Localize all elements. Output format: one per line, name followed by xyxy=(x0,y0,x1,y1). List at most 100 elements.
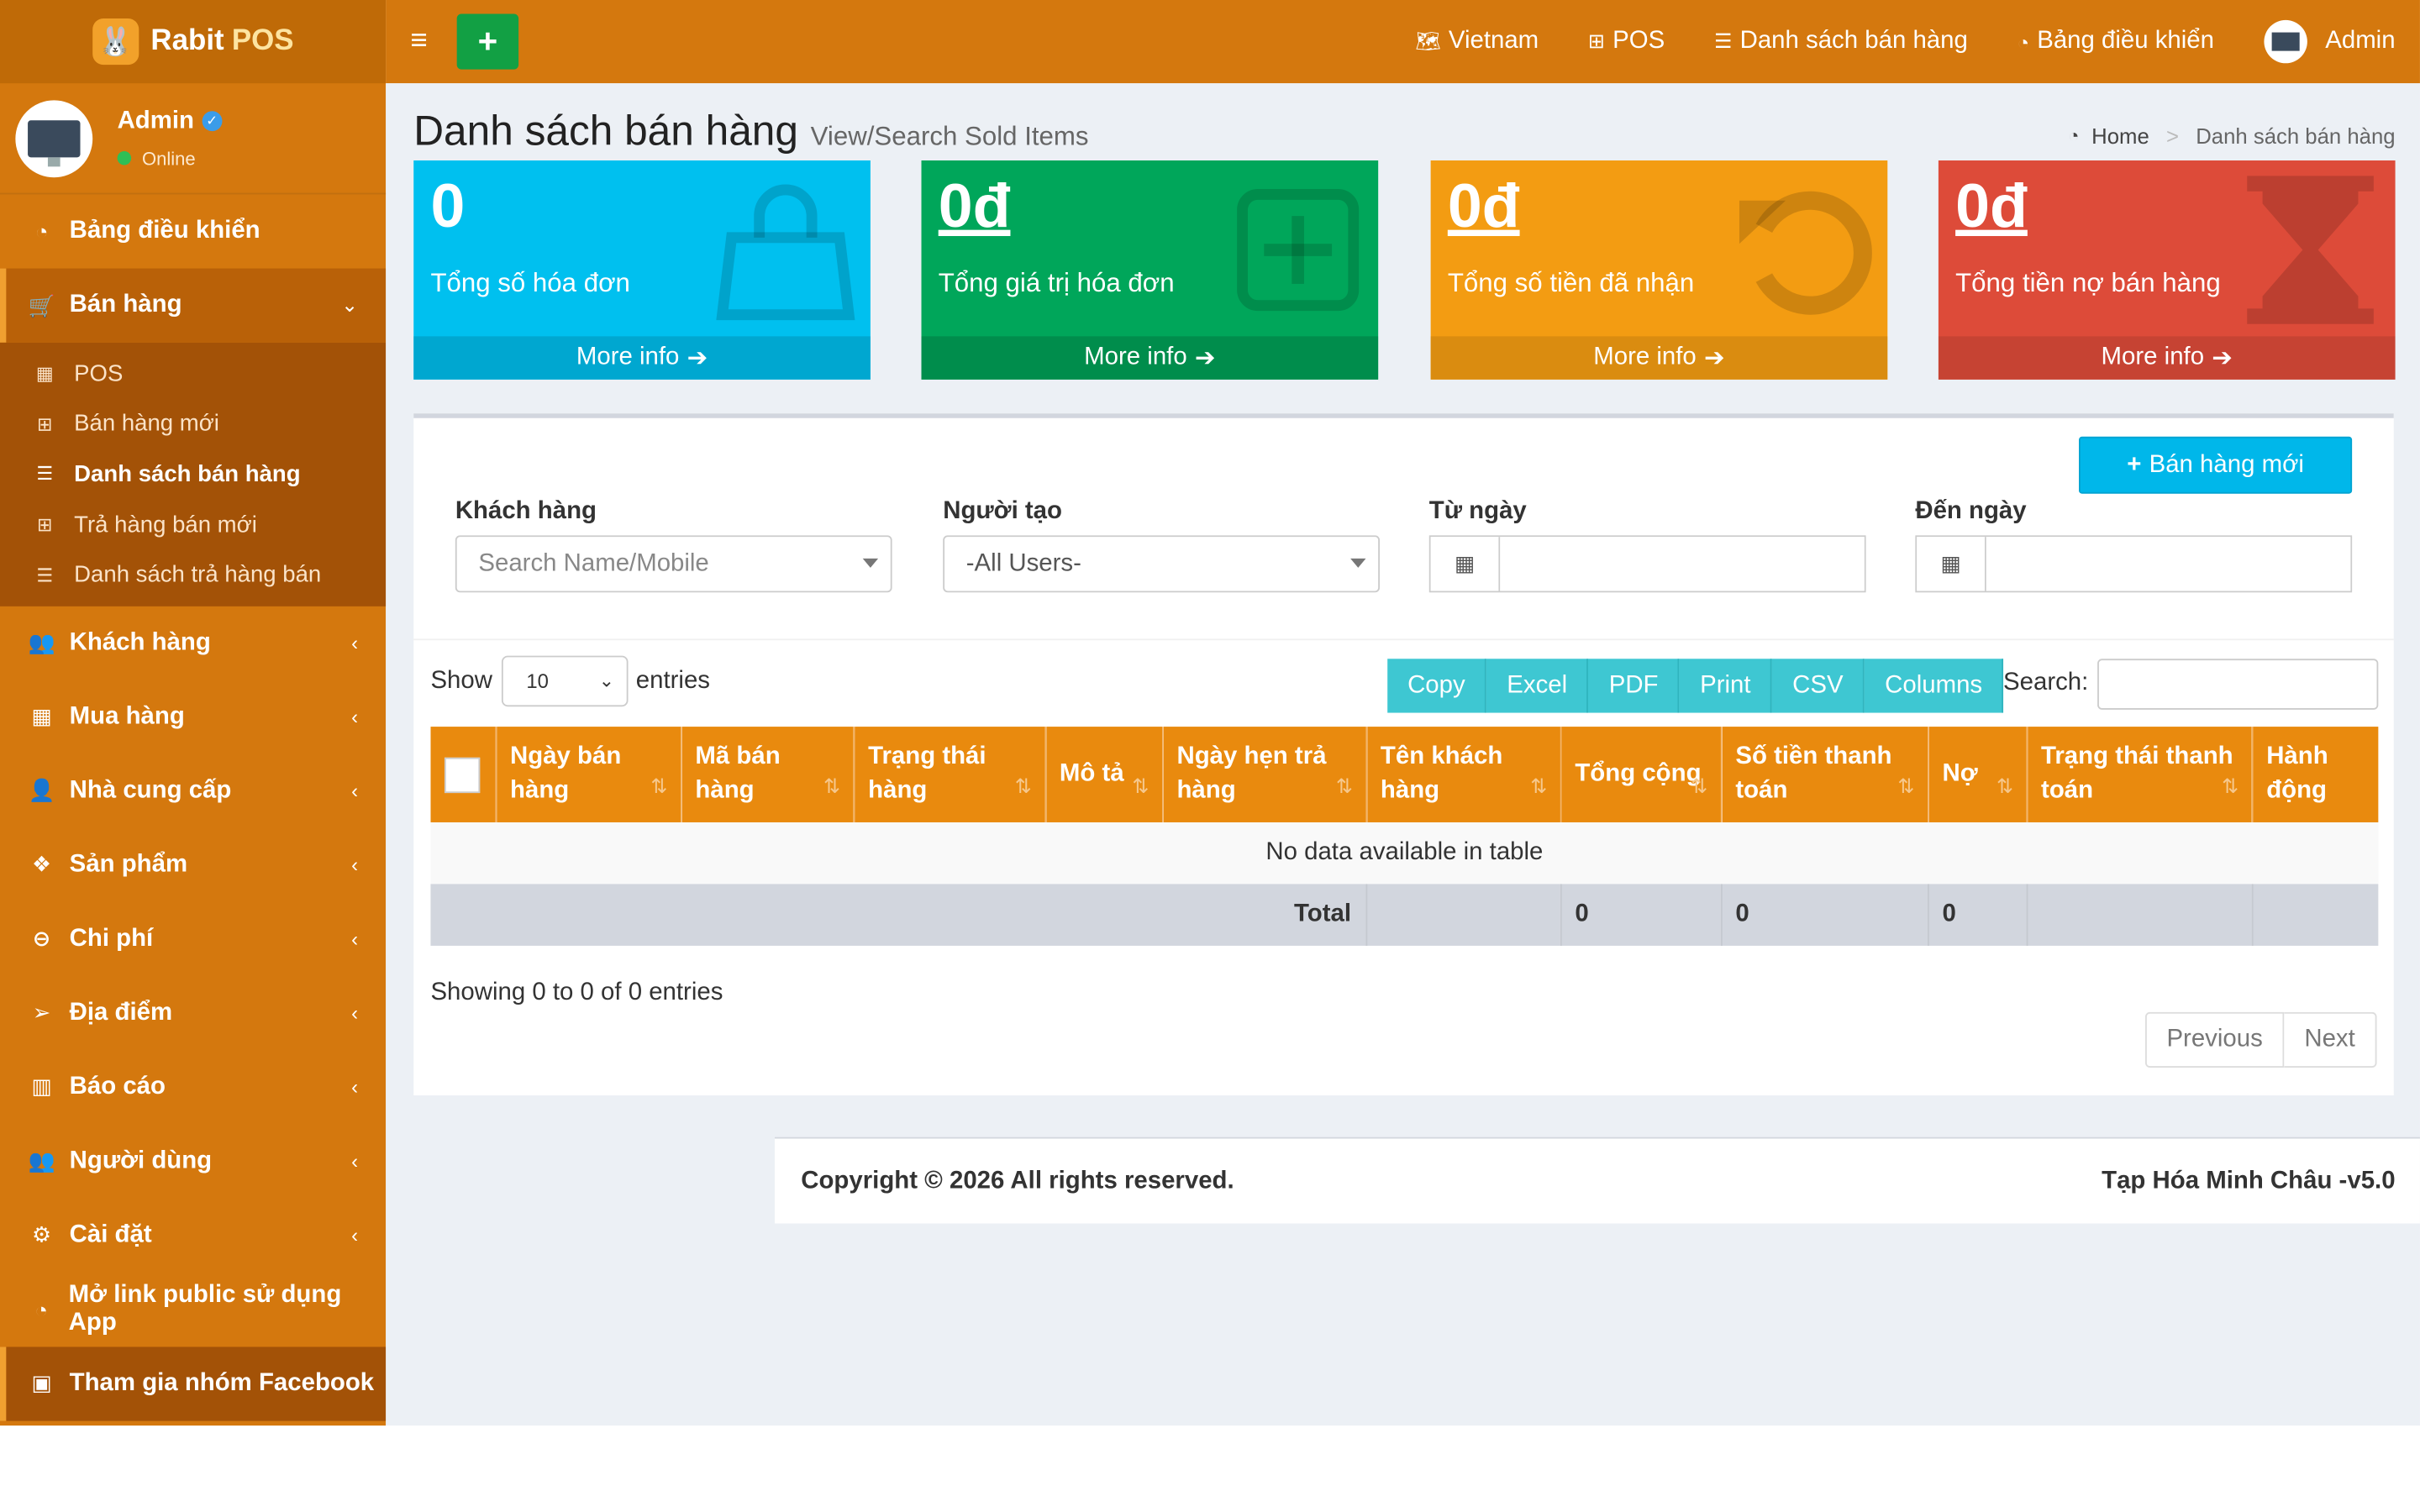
arrow-circle-right-icon: ➔ xyxy=(1194,345,1216,372)
pdf-button[interactable]: PDF xyxy=(1588,659,1681,713)
empty-message: No data available in table xyxy=(430,822,2379,885)
print-button[interactable]: Print xyxy=(1680,659,1773,713)
sort-icon: ⇅ xyxy=(1897,774,1915,798)
more-info-link[interactable]: More info ➔ xyxy=(1938,336,2396,380)
search-input[interactable] xyxy=(2097,659,2379,710)
sidebar-item-users[interactable]: 👥 Người dùng ‹ xyxy=(0,1125,386,1199)
nav-pos[interactable]: ⊞ POS xyxy=(1588,28,1665,55)
sidebar-item-public-app[interactable]: ◔ Mở link public sử dụng App xyxy=(0,1273,386,1347)
undo-icon xyxy=(1739,191,1872,315)
sidebar-item-reports[interactable]: ▥ Báo cáo ‹ xyxy=(0,1051,386,1125)
sidebar-item-label: Báo cáo xyxy=(69,1074,166,1100)
sidebar-subitem-returns-list[interactable]: ☰ Danh sách trả hàng bán xyxy=(0,550,386,601)
users-icon: 👥 xyxy=(28,1148,55,1173)
to-date-input[interactable] xyxy=(1986,537,2351,591)
sidebar-subitem-label: Danh sách bán hàng xyxy=(74,461,301,488)
sidebar-item-customers[interactable]: 👥 Khách hàng ‹ xyxy=(0,606,386,680)
more-info-label: More info xyxy=(2101,344,2205,370)
chevron-left-icon: ‹ xyxy=(351,780,359,803)
excel-button[interactable]: Excel xyxy=(1486,659,1589,713)
pagination: Previous Next xyxy=(2144,1011,2377,1068)
column-header-label: Hành động xyxy=(2266,743,2328,804)
sidebar-item-suppliers[interactable]: 👤 Nhà cung cấp ‹ xyxy=(0,754,386,828)
menu-toggle-icon[interactable]: ≡ xyxy=(411,24,439,58)
breadcrumb-home[interactable]: Home xyxy=(2091,123,2149,148)
nav-dashboard-label: Bảng điều khiển xyxy=(2037,28,2215,55)
minus-circle-icon: ⊖ xyxy=(32,926,51,952)
sort-icon: ⇅ xyxy=(1014,774,1032,798)
column-header[interactable]: Mã bán hàng ⇅ xyxy=(680,727,855,822)
column-header[interactable]: Trạng thái hàng ⇅ xyxy=(853,727,1046,822)
sidebar-item-locations[interactable]: ➢ Địa điểm ‹ xyxy=(0,977,386,1051)
table-info: Showing 0 to 0 of 0 entries xyxy=(430,979,723,1006)
sidebar-item-purchases[interactable]: ▦ Mua hàng ‹ xyxy=(0,680,386,754)
sidebar-item-sales[interactable]: 🛒 Bán hàng ⌄ xyxy=(0,268,387,343)
sidebar-item-expenses[interactable]: ⊖ Chi phí ‹ xyxy=(0,902,386,976)
sidebar-item-dashboard[interactable]: ◔ Bảng điều khiển xyxy=(0,194,386,268)
arrow-circle-right-icon: ➔ xyxy=(687,345,708,372)
brand-logo[interactable]: 🐰 Rabit POS xyxy=(0,0,387,84)
sidebar-item-label: Nhà cung cấp xyxy=(69,777,232,804)
sort-icon: ⇅ xyxy=(823,774,841,798)
paper-plane-icon: ➢ xyxy=(32,1000,51,1026)
column-header[interactable]: Trạng thái thanh toán ⇅ xyxy=(2026,727,2253,822)
column-header[interactable]: Ngày hẹn trả hàng ⇅ xyxy=(1162,727,1367,822)
from-date-input[interactable] xyxy=(1500,537,1865,591)
columns-button[interactable]: Columns xyxy=(1865,659,2004,713)
calendar-icon[interactable]: ▦ xyxy=(1430,537,1501,591)
chevron-left-icon: ‹ xyxy=(351,706,359,729)
sidebar-item-facebook-group[interactable]: ▣ Tham gia nhóm Facebook xyxy=(0,1347,387,1421)
list-icon: ☰ xyxy=(36,463,54,486)
more-info-link[interactable]: More info ➔ xyxy=(413,336,871,380)
column-header[interactable]: Nợ ⇅ xyxy=(1928,727,2028,822)
page-length-select[interactable]: 10 ⌄ xyxy=(501,655,629,707)
user-status: Online xyxy=(141,147,196,170)
total-paid: 0 xyxy=(1720,884,1928,946)
creator-filter-select[interactable]: -All Users- xyxy=(943,535,1381,593)
copy-button[interactable]: Copy xyxy=(1387,659,1487,713)
column-header-label: Ngày hẹn trả hàng xyxy=(1176,743,1327,804)
sales-list-box: + Bán hàng mới Khách hàng Search Name/Mob… xyxy=(413,413,2394,1096)
new-sale-button[interactable]: + Bán hàng mới xyxy=(2079,436,2353,494)
more-info-link[interactable]: More info ➔ xyxy=(921,336,1379,380)
more-info-link[interactable]: More info ➔ xyxy=(1430,336,1888,380)
sidebar-item-settings[interactable]: ⚙ Cài đặt ‹ xyxy=(0,1199,386,1273)
nav-user-label: Admin xyxy=(2325,28,2396,55)
stat-tile-debt: 0đ Tổng tiền nợ bán hàng More info ➔ xyxy=(1938,160,2396,380)
column-header[interactable]: Ngày bán hàng ⇅ xyxy=(495,727,681,822)
column-header[interactable]: Tên khách hàng ⇅ xyxy=(1365,727,1561,822)
caret-down-icon xyxy=(862,558,879,568)
csv-button[interactable]: CSV xyxy=(1772,659,1865,713)
column-header[interactable]: Số tiền thanh toán ⇅ xyxy=(1720,727,1928,822)
calendar-icon[interactable]: ▦ xyxy=(1917,537,1986,591)
next-button[interactable]: Next xyxy=(2284,1011,2377,1068)
nav-sales-list-label: Danh sách bán hàng xyxy=(1739,28,1968,55)
user-panel: Admin ✓ Online xyxy=(0,83,387,195)
tile-value: 0 xyxy=(430,172,466,241)
sidebar-item-products[interactable]: ❖ Sản phẩm ‹ xyxy=(0,828,386,902)
sidebar-subitem-pos[interactable]: ▦ POS xyxy=(0,349,386,399)
chevron-left-icon: ‹ xyxy=(351,1001,359,1026)
empty-row: No data available in table xyxy=(430,822,2379,885)
customer-filter-select[interactable]: Search Name/Mobile xyxy=(455,535,892,593)
sidebar-subitem-new-return[interactable]: ⊞ Trả hàng bán mới xyxy=(0,500,386,550)
previous-button[interactable]: Previous xyxy=(2144,1011,2285,1068)
avatar xyxy=(2263,19,2307,64)
chevron-left-icon: ‹ xyxy=(351,927,359,952)
column-header[interactable]: Mô tả ⇅ xyxy=(1044,727,1163,822)
brand-name: Rabit xyxy=(150,24,224,57)
quick-add-button[interactable]: + xyxy=(456,13,519,70)
nav-dashboard[interactable]: ◔ Bảng điều khiển xyxy=(2018,28,2214,55)
sidebar-subitem-new-sale[interactable]: ⊞ Bán hàng mới xyxy=(0,399,386,449)
sidebar-item-label: Bảng điều khiển xyxy=(69,217,260,244)
nav-language[interactable]: 🗺 Vietnam xyxy=(1415,28,1539,55)
cart-icon: 🛒 xyxy=(28,292,55,318)
table-header-row: Ngày bán hàng ⇅ Mã bán hàng ⇅ Trạng thái h… xyxy=(430,727,2379,822)
column-header[interactable]: Tổng cộng ⇅ xyxy=(1560,727,1722,822)
dashboard-icon: ◔ xyxy=(2068,124,2080,147)
sidebar-subitem-sales-list[interactable]: ☰ Danh sách bán hàng xyxy=(0,449,386,500)
nav-user-menu[interactable]: Admin xyxy=(2263,19,2396,64)
creator-filter-value: -All Users- xyxy=(965,549,1081,577)
select-all-checkbox[interactable] xyxy=(444,756,481,793)
nav-sales-list[interactable]: ☰ Danh sách bán hàng xyxy=(1714,28,1968,55)
